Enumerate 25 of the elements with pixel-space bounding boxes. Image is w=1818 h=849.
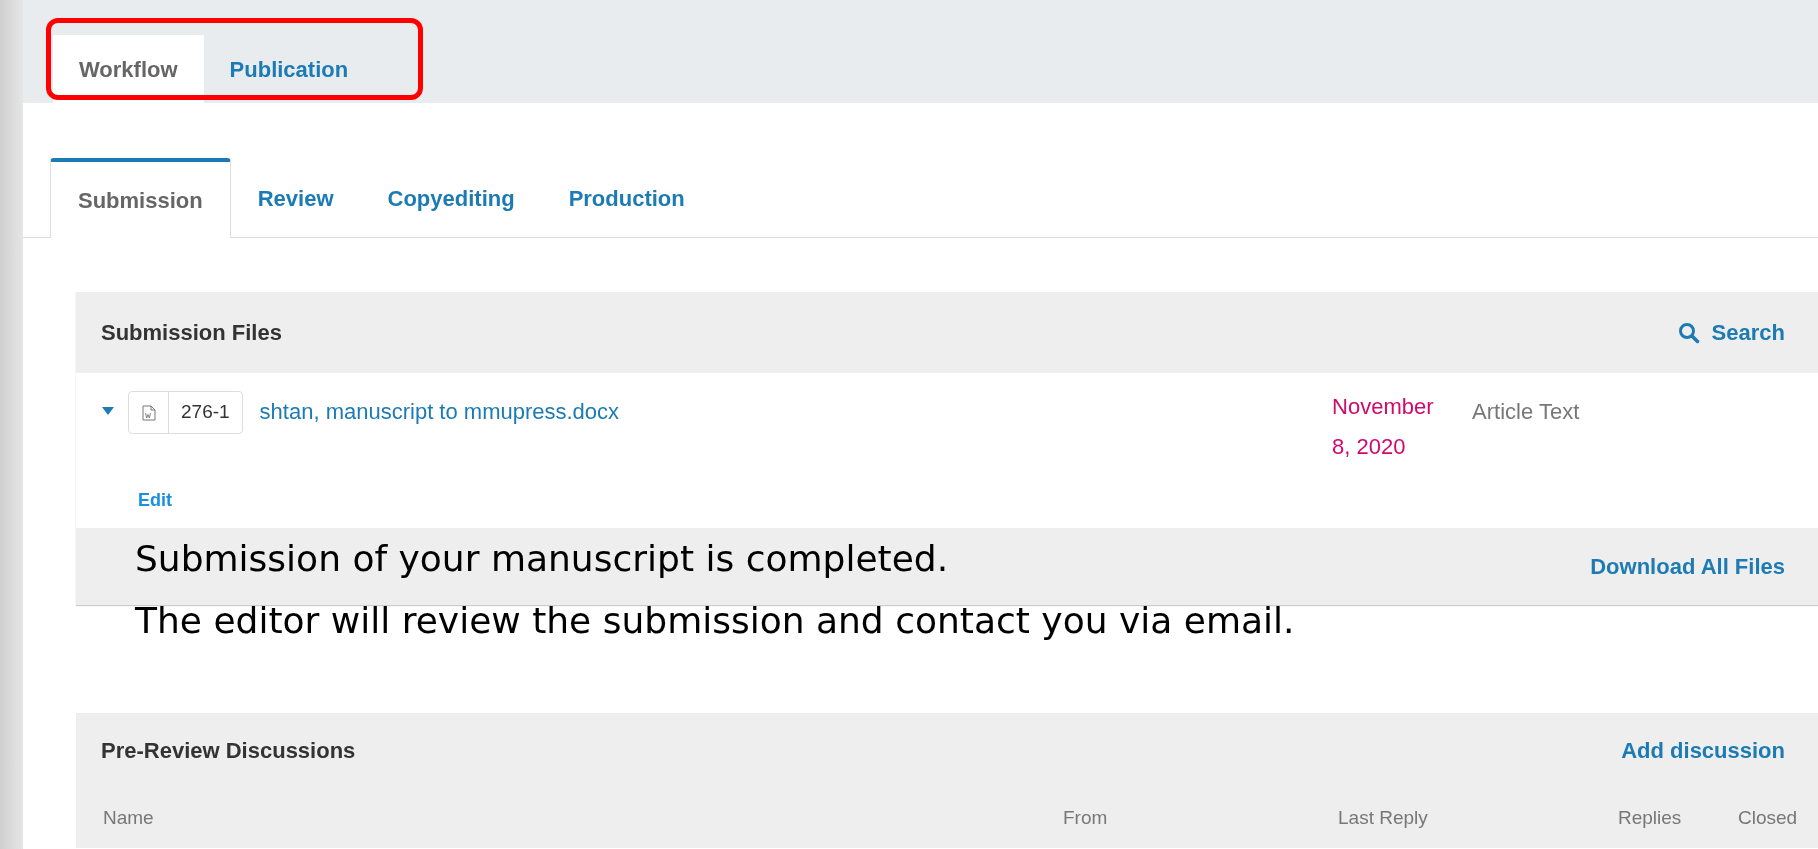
section-title: Pre-Review Discussions [101, 737, 356, 765]
column-header: Closed [1738, 806, 1798, 828]
stage-tab[interactable]: Copyediting [360, 158, 542, 238]
column-header: Replies [1618, 806, 1682, 828]
stage-tab[interactable]: Production [541, 158, 712, 238]
section-title: Submission Files [101, 319, 282, 347]
file-date: November 8, 2020 [1332, 393, 1435, 461]
column-header: From [1063, 806, 1108, 828]
file-link[interactable]: shtan, manuscript to mmupress.docx [259, 395, 620, 428]
search-icon [1677, 321, 1700, 344]
annotation-text: Submission of your manuscript is completed. [135, 537, 950, 581]
caret-icon [102, 407, 114, 415]
download-all-button[interactable]: Download All Files [1590, 550, 1785, 583]
stage-tab[interactable]: Review [230, 158, 361, 238]
column-header: Last Reply [1338, 806, 1428, 828]
search-button[interactable]: Search [1677, 316, 1785, 349]
column-header: Name [103, 806, 154, 828]
stage-tab[interactable]: Submission [50, 158, 231, 238]
add-discussion-button[interactable]: Add discussion [1621, 734, 1785, 767]
document-icon [141, 404, 156, 421]
top-tab[interactable]: Workflow [53, 35, 204, 103]
file-type: Article Text [1472, 398, 1580, 426]
file-id: 276-1 [180, 400, 231, 425]
edit-link[interactable]: Edit [138, 487, 172, 514]
annotation-text: The editor will review the submission and contact you via email. [135, 599, 1295, 643]
